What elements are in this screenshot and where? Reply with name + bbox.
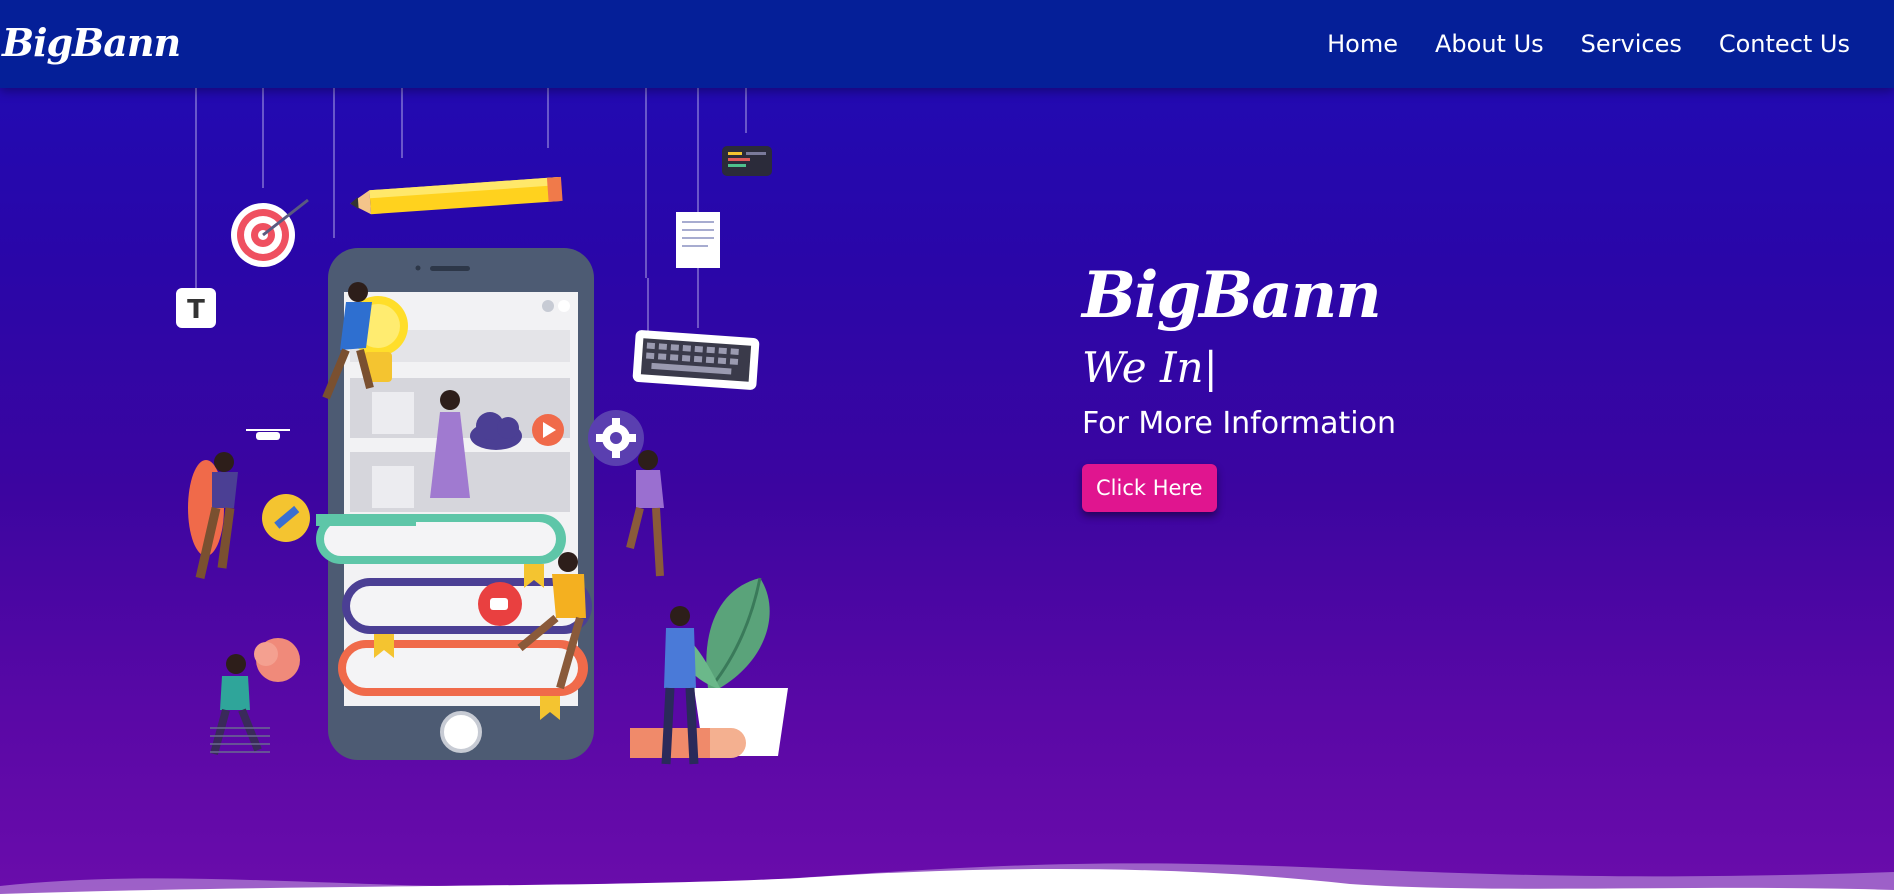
svg-text:T: T bbox=[187, 295, 205, 325]
terminal-icon bbox=[722, 146, 772, 176]
like-icon bbox=[478, 582, 522, 626]
edit-badge-icon bbox=[262, 494, 310, 542]
hero-illustration: T bbox=[176, 88, 788, 765]
drone-icon bbox=[246, 429, 290, 440]
hero-section: BigBann Home About Us Services Contect U… bbox=[0, 0, 1894, 894]
keyboard-icon bbox=[632, 330, 760, 390]
target-icon bbox=[231, 198, 309, 267]
document-icon bbox=[676, 212, 720, 268]
nav-menu: Home About Us Services Contect Us bbox=[1327, 0, 1850, 88]
navbar: BigBann Home About Us Services Contect U… bbox=[0, 0, 1894, 88]
typed-tagline: We In| bbox=[1082, 343, 1218, 392]
nav-link-contact-us[interactable]: Contect Us bbox=[1719, 30, 1850, 58]
bottom-wave bbox=[0, 863, 1894, 894]
gear-icon bbox=[588, 410, 644, 466]
nav-link-home[interactable]: Home bbox=[1327, 30, 1398, 58]
brain-icon bbox=[254, 638, 300, 682]
nav-link-services[interactable]: Services bbox=[1581, 30, 1682, 58]
play-icon bbox=[532, 414, 564, 446]
nav-link-about-us[interactable]: About Us bbox=[1435, 30, 1544, 58]
site-logo[interactable]: BigBann bbox=[2, 20, 181, 65]
pencil-icon bbox=[350, 176, 563, 215]
info-text: For More Information bbox=[1082, 406, 1396, 441]
text-tile-icon: T bbox=[176, 288, 216, 328]
click-here-button[interactable]: Click Here bbox=[1082, 464, 1217, 512]
hero-title: BigBann bbox=[1082, 258, 1382, 333]
hero-text-block: BigBann We In| For More Information Clic… bbox=[1082, 258, 1396, 512]
book-stack bbox=[316, 514, 592, 720]
